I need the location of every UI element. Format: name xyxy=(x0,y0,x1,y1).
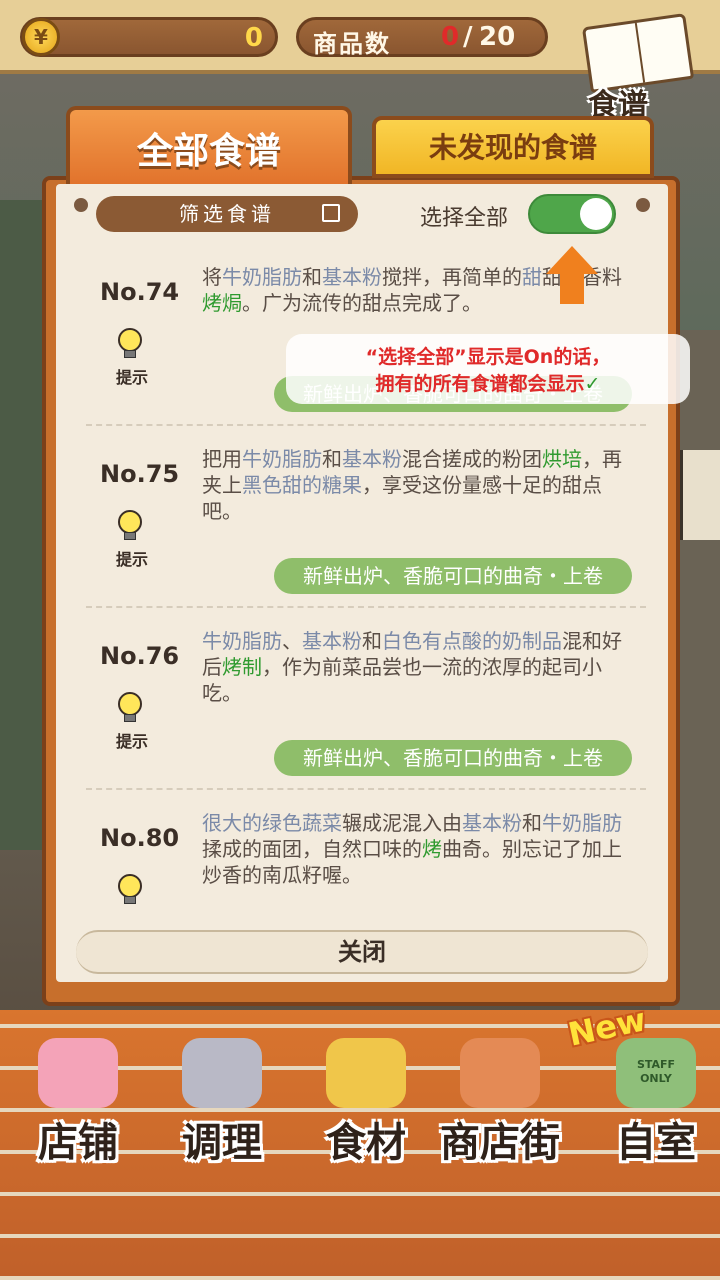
nav-item[interactable]: 食材 xyxy=(296,1038,436,1188)
description-text: 和 xyxy=(362,629,382,653)
nav-item-label: 商店街 xyxy=(440,1120,560,1166)
mixing-bowl-icon xyxy=(182,1038,262,1108)
nav-item-label: 店铺 xyxy=(38,1120,118,1166)
recipe-book-button[interactable]: 食谱 xyxy=(578,13,698,123)
cooking-method-text: 烤 xyxy=(422,837,442,861)
nav-item[interactable]: 店铺 xyxy=(8,1038,148,1188)
flour-bag-icon xyxy=(326,1038,406,1108)
ingredient-text: 基本粉 xyxy=(322,265,382,289)
lightbulb-icon[interactable] xyxy=(116,874,144,906)
goods-separator: / xyxy=(463,22,473,52)
nav-item[interactable]: STAFF ONLY 自室 xyxy=(586,1038,720,1188)
hint-label: 提示 xyxy=(116,368,149,387)
nav-item-label: 自室 xyxy=(616,1120,696,1166)
close-button[interactable]: 关闭 xyxy=(76,930,648,974)
recipe-number: No.80 xyxy=(100,824,180,852)
recipe-entry[interactable]: No.80 很大的绿色蔬菜辗成泥混入由基本粉和牛奶脂肪揉成的面团，自然口味的烤曲奇… xyxy=(56,790,668,914)
tooltip-line-1: “选择全部”显示是On的话， xyxy=(365,346,611,368)
goods-max: 20 xyxy=(479,22,516,52)
cooking-method-text: 烤制 xyxy=(222,655,262,679)
lightbulb-icon[interactable] xyxy=(116,328,144,360)
nav-item-label: 调理 xyxy=(182,1120,262,1166)
pin-icon xyxy=(636,198,650,212)
tab-all-recipes-label: 全部食谱 xyxy=(136,131,281,172)
description-text: ，作为前菜品尝也一流的浓厚的起司小吃。 xyxy=(202,655,602,705)
description-text: 的 xyxy=(502,265,522,289)
description-text: 和 xyxy=(522,811,542,835)
nav-item-label: 食材 xyxy=(326,1120,406,1166)
recipe-number: No.74 xyxy=(100,278,180,306)
bottom-navigation: 店铺 调理 食材 商店街 STAFF ONLY 自室 xyxy=(0,1010,720,1280)
tooltip-line-2: 拥有的所有食谱都会显示✓ xyxy=(286,369,690,396)
ingredient-text: 黑色甜的糖果 xyxy=(242,473,362,497)
description-text: 把用 xyxy=(202,447,242,471)
goods-label: 商品数 xyxy=(313,30,391,58)
background-sign xyxy=(680,450,720,540)
tab-undiscovered-recipes[interactable]: 未发现的食谱 xyxy=(372,116,654,178)
coin-value: 0 xyxy=(244,23,263,53)
pin-icon xyxy=(74,198,88,212)
ingredient-text: 牛奶脂肪 xyxy=(222,265,302,289)
cooking-method-text: 烘培 xyxy=(542,447,582,471)
description-text: 和 xyxy=(302,265,322,289)
recipe-number: No.76 xyxy=(100,642,180,670)
nav-item[interactable]: 商店街 xyxy=(430,1038,570,1188)
arrow-up-icon xyxy=(546,246,598,306)
goods-count: 0 xyxy=(441,22,460,52)
filter-recipes-label: 筛选食谱 xyxy=(179,202,275,226)
recipe-description: 把用牛奶脂肪和基本粉混合搓成的粉团烘培，再夹上黑色甜的糖果，享受这份量感十足的甜… xyxy=(202,446,634,524)
description-text: 混合搓成的粉团 xyxy=(402,447,542,471)
ingredient-text: 牛奶脂肪 xyxy=(202,629,282,653)
external-link-icon xyxy=(322,204,340,222)
lightbulb-icon[interactable] xyxy=(116,692,144,724)
staff-only-sign: STAFF ONLY xyxy=(636,1058,676,1085)
recipe-description: 牛奶脂肪、基本粉和白色有点酸的奶制品混和好后烤制，作为前菜品尝也一流的浓厚的起司… xyxy=(202,628,634,706)
cooking-method-text: 烤焗 xyxy=(202,291,242,315)
ingredient-text: 牛奶脂肪 xyxy=(242,447,322,471)
hint-label: 提示 xyxy=(116,550,149,569)
close-label: 关闭 xyxy=(338,938,386,966)
tutorial-tooltip: “选择全部”显示是On的话， 拥有的所有食谱都会显示✓ xyxy=(286,334,690,404)
description-text: 将 xyxy=(202,265,222,289)
hint-label: 提示 xyxy=(116,732,149,751)
description-text: 揉成的面团，自然口味的 xyxy=(202,837,422,861)
ingredient-text: 甜 xyxy=(522,265,542,289)
description-text: 、 xyxy=(282,629,302,653)
checkmark-icon: ✓ xyxy=(584,373,601,395)
description-text: 和 xyxy=(322,447,342,471)
description-text: 辗成泥混入由 xyxy=(342,811,462,835)
recipe-number: No.75 xyxy=(100,460,180,488)
ingredient-text: 基本粉 xyxy=(302,629,362,653)
recipe-description: 很大的绿色蔬菜辗成泥混入由基本粉和牛奶脂肪揉成的面团，自然口味的烤曲奇。别忘记了… xyxy=(202,810,634,888)
ingredient-text: 白色有点酸的奶制品 xyxy=(382,629,562,653)
tab-all-recipes[interactable]: 全部食谱 xyxy=(66,106,352,190)
cake-icon xyxy=(38,1038,118,1108)
storefront-icon xyxy=(460,1038,540,1108)
description-text: 搅拌，再简单 xyxy=(382,265,502,289)
tooltip-line-2-text: 拥有的所有食谱都会显示 xyxy=(375,373,585,395)
ingredient-text: 基本粉 xyxy=(342,447,402,471)
lightbulb-icon[interactable] xyxy=(116,510,144,542)
select-all-label: 选择全部 xyxy=(420,206,509,231)
recipe-entry[interactable]: No.75 提示 把用牛奶脂肪和基本粉混合搓成的粉团烘培，再夹上黑色甜的糖果，享受这… xyxy=(56,426,668,608)
staff-only-door-icon: STAFF ONLY xyxy=(616,1038,696,1108)
nav-item[interactable]: 调理 xyxy=(152,1038,292,1188)
ingredient-text: 基本粉 xyxy=(462,811,522,835)
description-text: 。广为流传的甜点完成了。 xyxy=(242,291,482,315)
tab-undiscovered-label: 未发现的食谱 xyxy=(428,131,597,164)
goods-counter: 商品数 0 / 20 xyxy=(296,17,548,58)
recipe-collection-tag[interactable]: 新鲜出炉、香脆可口的曲奇・上卷 xyxy=(274,558,632,594)
coin-icon: ¥ xyxy=(22,18,60,56)
ingredient-text: 很大的绿色蔬菜 xyxy=(202,811,342,835)
ingredient-text: 牛奶脂肪 xyxy=(542,811,622,835)
recipe-collection-tag[interactable]: 新鲜出炉、香脆可口的曲奇・上卷 xyxy=(274,740,632,776)
select-all-toggle[interactable] xyxy=(528,194,616,234)
recipe-entry[interactable]: No.76 提示 牛奶脂肪、基本粉和白色有点酸的奶制品混和好后烤制，作为前菜品尝也一… xyxy=(56,608,668,790)
filter-recipes-button[interactable]: 筛选食谱 xyxy=(96,196,358,232)
toggle-knob xyxy=(580,198,612,230)
